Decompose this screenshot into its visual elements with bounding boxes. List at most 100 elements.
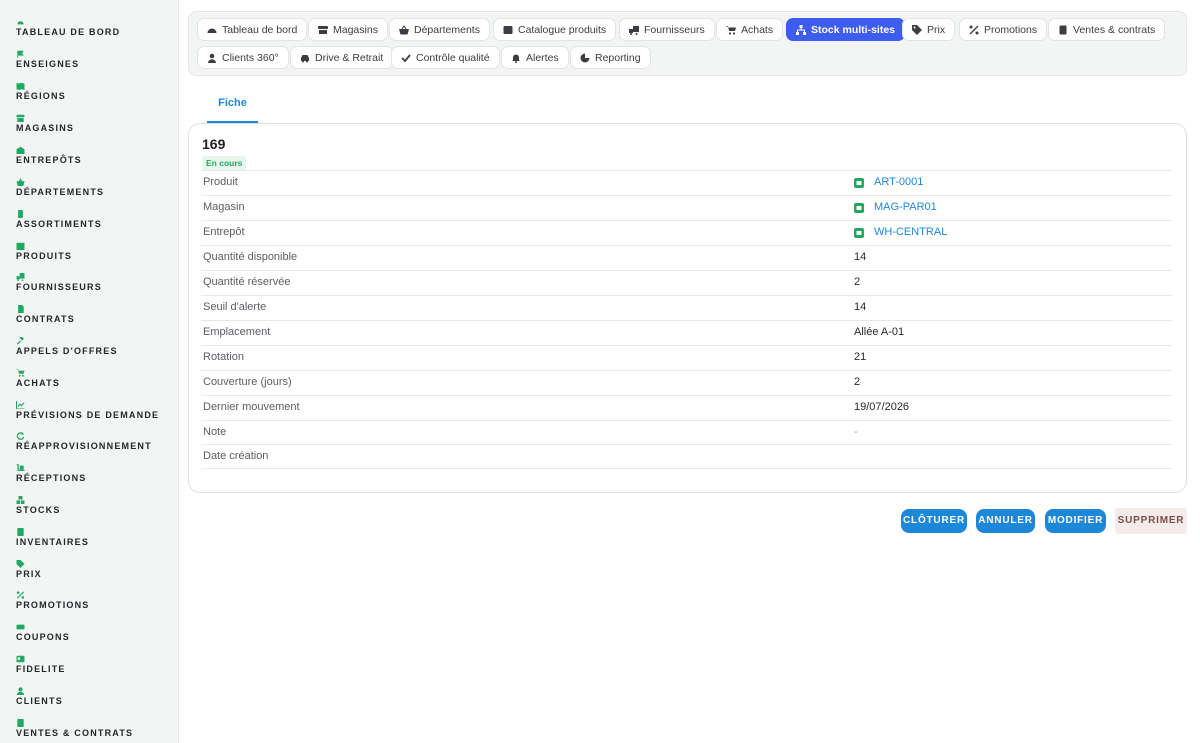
field-value: WH-CENTRAL xyxy=(874,226,948,238)
cart-icon xyxy=(16,369,25,377)
tags-icon xyxy=(912,24,922,35)
tab-magasins[interactable]: Magasins xyxy=(308,18,388,41)
dashboard-icon xyxy=(16,18,25,26)
field-row-date-creation: Date création xyxy=(201,444,1172,469)
delete-button[interactable]: Supprimer xyxy=(1115,508,1187,534)
field-label: Produit xyxy=(203,176,238,188)
tab-controle-qualite[interactable]: Contrôle qualité xyxy=(391,46,500,69)
edit-button[interactable]: Modifier xyxy=(1045,509,1106,533)
field-row-seuil-d-alerte: Seuil d'alerte 14 xyxy=(201,295,1172,320)
chart-line-icon xyxy=(16,401,25,409)
tab-promotions[interactable]: Promotions xyxy=(959,18,1048,41)
field-value: 2 xyxy=(854,276,861,288)
close-button[interactable]: Clôturer xyxy=(901,509,967,533)
tab-stock-multi-sites[interactable]: Stock multi-sites xyxy=(786,18,906,41)
sidebar-item-label: Fidelite xyxy=(16,664,66,674)
cart-icon xyxy=(726,25,736,35)
box-icon xyxy=(503,25,513,35)
receipt-icon xyxy=(16,719,25,727)
tab-achats[interactable]: Achats xyxy=(716,18,784,41)
field-value: Allée A-01 xyxy=(854,326,905,338)
basket-icon xyxy=(16,178,25,186)
pie-icon xyxy=(580,53,590,63)
field-label: Entrepôt xyxy=(203,226,245,238)
sidebar-item-label: Réapprovisionnement xyxy=(16,441,152,451)
sidebar-item-label: Prix xyxy=(16,569,42,579)
card-icon xyxy=(16,655,25,663)
store-icon xyxy=(318,25,328,35)
dolly-icon xyxy=(16,464,25,472)
field-row-couverture-jours: Couverture (jours) 2 xyxy=(201,370,1172,395)
close-button-label: Clôturer xyxy=(903,515,965,526)
sidebar-item-label: Clients xyxy=(16,696,63,706)
document-icon xyxy=(16,305,25,313)
cancel-button[interactable]: Annuler xyxy=(976,509,1035,533)
sidebar-item-label: Réceptions xyxy=(16,473,87,483)
box-icon xyxy=(854,178,864,188)
sidebar-item-label: Produits xyxy=(16,251,73,261)
tab-label: Fournisseurs xyxy=(644,23,705,36)
field-label: Seuil d'alerte xyxy=(203,301,267,313)
car-icon xyxy=(300,53,310,63)
tab-label: Drive & Retrait xyxy=(315,51,384,64)
tab-fournisseurs[interactable]: Fournisseurs xyxy=(619,18,715,41)
basket-icon xyxy=(399,24,409,35)
tab-drive-et-retrait[interactable]: Drive & Retrait xyxy=(290,46,394,69)
field-label: Quantité disponible xyxy=(203,251,298,263)
entrepot-link[interactable]: WH-CENTRAL xyxy=(854,226,947,238)
user-icon xyxy=(16,687,25,695)
tab-ventes-et-contrats[interactable]: Ventes & contrats xyxy=(1048,18,1166,41)
warehouse-icon xyxy=(854,228,864,238)
sidebar-item-label: Entrepôts xyxy=(16,155,82,165)
tab-label: Magasins xyxy=(333,23,378,36)
gavel-icon xyxy=(16,337,25,345)
map-icon xyxy=(16,82,25,90)
percent-icon xyxy=(16,591,25,599)
tab-fiche-label: Fiche xyxy=(218,97,247,109)
tab-fiche[interactable]: Fiche xyxy=(207,88,258,123)
tab-label: Contrôle qualité xyxy=(416,51,490,64)
field-value: 19/07/2026 xyxy=(854,401,910,413)
field-row-note: Note - xyxy=(201,420,1172,445)
tab-departements[interactable]: Départements xyxy=(389,18,490,41)
field-value: 14 xyxy=(854,251,867,263)
field-value: - xyxy=(854,426,858,438)
tab-reporting[interactable]: Reporting xyxy=(570,46,651,69)
field-value: 14 xyxy=(854,301,867,313)
field-row-entrepot: Entrepôt WH-CENTRAL xyxy=(201,220,1172,245)
tags-icon xyxy=(16,560,25,568)
bell-icon xyxy=(511,53,521,63)
truck-icon xyxy=(16,273,25,281)
sitemap-icon xyxy=(796,24,806,35)
warehouse-icon xyxy=(16,146,25,154)
tab-label: Reporting xyxy=(595,51,641,64)
field-row-produit: Produit ART-0001 xyxy=(201,170,1172,195)
tab-prix[interactable]: Prix xyxy=(902,18,956,41)
clipboard-icon xyxy=(16,210,25,218)
produit-link[interactable]: ART-0001 xyxy=(854,176,923,188)
field-label: Dernier mouvement xyxy=(203,401,300,413)
checklist-icon xyxy=(16,528,25,536)
tab-label: Catalogue produits xyxy=(518,23,607,36)
refresh-icon xyxy=(16,432,25,440)
magasin-link[interactable]: MAG-PAR01 xyxy=(854,201,937,213)
sidebar-item-label: Départements xyxy=(16,187,105,197)
field-label: Date création xyxy=(203,450,269,462)
tab-alertes[interactable]: Alertes xyxy=(501,46,569,69)
box-icon xyxy=(16,242,25,250)
tab-tableau-de-bord[interactable]: Tableau de bord xyxy=(197,18,308,41)
field-row-quantite-reservee: Quantité réservée 2 xyxy=(201,270,1172,295)
check-icon xyxy=(401,53,411,63)
field-row-quantite-disponible: Quantité disponible 14 xyxy=(201,245,1172,270)
ticket-icon xyxy=(16,623,25,631)
tab-label: Ventes & contrats xyxy=(1073,23,1156,36)
field-label: Magasin xyxy=(203,201,245,213)
flag-icon xyxy=(16,50,25,58)
tab-clients-360[interactable]: Clients 360° xyxy=(197,46,289,69)
field-row-rotation: Rotation 21 xyxy=(201,345,1172,370)
cancel-button-label: Annuler xyxy=(978,515,1033,526)
sidebar-item-label: Coupons xyxy=(16,632,70,642)
tab-catalogue-produits[interactable]: Catalogue produits xyxy=(493,18,617,41)
truck-icon xyxy=(629,25,639,35)
field-label: Rotation xyxy=(203,351,244,363)
